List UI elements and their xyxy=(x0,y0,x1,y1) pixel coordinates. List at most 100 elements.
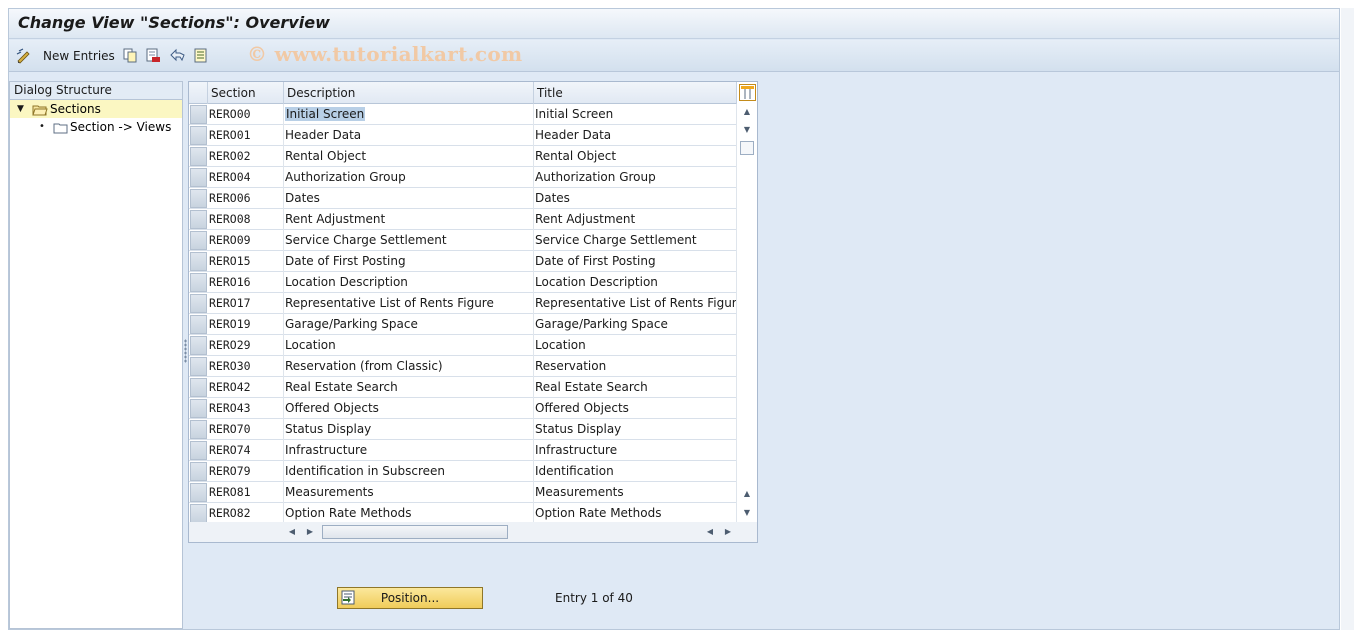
table-row[interactable]: RERO19 Garage/Parking Space Garage/Parking… xyxy=(189,314,737,335)
cell-section[interactable]: RERO43 xyxy=(208,398,284,419)
table-row[interactable]: RERO09 Service Charge Settlement Service C… xyxy=(189,230,737,251)
select-all-rows-corner[interactable] xyxy=(189,82,208,104)
cell-title[interactable]: Rental Object xyxy=(534,146,737,167)
table-row[interactable]: RERO01 Header Data Header Data xyxy=(189,125,737,146)
cell-description[interactable]: Rental Object xyxy=(284,146,534,167)
cell-title[interactable]: Date of First Posting xyxy=(534,251,737,272)
table-row[interactable]: RERO30 Reservation (from Classic) Reservat… xyxy=(189,356,737,377)
table-row[interactable]: RERO74 Infrastructure Infrastructure xyxy=(189,440,737,461)
table-row[interactable]: RERO02 Rental Object Rental Object xyxy=(189,146,737,167)
cell-title[interactable]: Header Data xyxy=(534,125,737,146)
scroll-up-icon[interactable]: ▲ xyxy=(741,106,753,118)
edit-toggle-icon[interactable] xyxy=(15,47,32,64)
cell-section[interactable]: RERO74 xyxy=(208,440,284,461)
row-selector[interactable] xyxy=(190,105,207,124)
column-header-title[interactable]: Title xyxy=(534,82,737,104)
row-selector[interactable] xyxy=(190,504,207,523)
row-selector[interactable] xyxy=(190,420,207,439)
cell-description[interactable]: Garage/Parking Space xyxy=(284,314,534,335)
cell-description[interactable]: Identification in Subscreen xyxy=(284,461,534,482)
row-selector[interactable] xyxy=(190,252,207,271)
cell-description[interactable]: Reservation (from Classic) xyxy=(284,356,534,377)
row-selector[interactable] xyxy=(190,399,207,418)
cell-description[interactable]: Date of First Posting xyxy=(284,251,534,272)
cell-description[interactable]: Initial Screen xyxy=(284,104,534,125)
scroll-right-icon-2[interactable]: ▶ xyxy=(722,526,734,538)
cell-section[interactable]: RERO82 xyxy=(208,503,284,524)
row-selector[interactable] xyxy=(190,147,207,166)
row-selector[interactable] xyxy=(190,441,207,460)
row-selector[interactable] xyxy=(190,126,207,145)
cell-title[interactable]: Location xyxy=(534,335,737,356)
cell-section[interactable]: RERO08 xyxy=(208,209,284,230)
cell-section[interactable]: RERO70 xyxy=(208,419,284,440)
table-row[interactable]: RERO29 Location Location xyxy=(189,335,737,356)
new-entries-button[interactable]: New Entries xyxy=(43,49,115,63)
select-all-icon[interactable] xyxy=(193,47,210,64)
table-row[interactable]: RERO82 Option Rate Methods Option Rate Met… xyxy=(189,503,737,524)
column-header-section[interactable]: Section xyxy=(208,82,284,104)
cell-description[interactable]: Offered Objects xyxy=(284,398,534,419)
cell-section[interactable]: RERO17 xyxy=(208,293,284,314)
scroll-right-icon[interactable]: ▶ xyxy=(304,526,316,538)
position-button[interactable]: Position... xyxy=(337,587,483,609)
cell-description[interactable]: Authorization Group xyxy=(284,167,534,188)
cell-title[interactable]: Dates xyxy=(534,188,737,209)
cell-description[interactable]: Representative List of Rents Figure xyxy=(284,293,534,314)
window-scrollbar[interactable] xyxy=(1341,8,1354,630)
row-selector[interactable] xyxy=(190,189,207,208)
row-selector[interactable] xyxy=(190,336,207,355)
expand-arrow-icon[interactable]: ▼ xyxy=(17,100,24,118)
cell-title[interactable]: Identification xyxy=(534,461,737,482)
table-row[interactable]: RERO06 Dates Dates xyxy=(189,188,737,209)
table-row[interactable]: RERO15 Date of First Posting Date of First… xyxy=(189,251,737,272)
row-selector[interactable] xyxy=(190,483,207,502)
tree-node-section-views[interactable]: • Section -> Views xyxy=(10,118,182,136)
row-selector[interactable] xyxy=(190,294,207,313)
scroll-thumb[interactable] xyxy=(740,141,754,155)
cell-description[interactable]: Measurements xyxy=(284,482,534,503)
row-selector[interactable] xyxy=(190,315,207,334)
cell-title[interactable]: Rent Adjustment xyxy=(534,209,737,230)
cell-section[interactable]: RERO00 xyxy=(208,104,284,125)
cell-section[interactable]: RERO15 xyxy=(208,251,284,272)
cell-description[interactable]: Location xyxy=(284,335,534,356)
cell-title[interactable]: Status Display xyxy=(534,419,737,440)
undo-icon[interactable] xyxy=(169,47,186,64)
table-row[interactable]: RERO04 Authorization Group Authorization G… xyxy=(189,167,737,188)
table-row[interactable]: RERO70 Status Display Status Display xyxy=(189,419,737,440)
cell-section[interactable]: RERO19 xyxy=(208,314,284,335)
cell-title[interactable]: Reservation xyxy=(534,356,737,377)
table-row[interactable]: RERO17 Representative List of Rents Figur… xyxy=(189,293,737,314)
table-row[interactable]: RERO79 Identification in Subscreen Identif… xyxy=(189,461,737,482)
scroll-page-up-icon[interactable]: ▲ xyxy=(741,488,753,500)
cell-section[interactable]: RERO04 xyxy=(208,167,284,188)
cell-section[interactable]: RERO16 xyxy=(208,272,284,293)
row-selector[interactable] xyxy=(190,357,207,376)
tree-node-sections[interactable]: ▼ Sections xyxy=(10,100,182,118)
row-selector[interactable] xyxy=(190,168,207,187)
row-selector[interactable] xyxy=(190,273,207,292)
row-selector[interactable] xyxy=(190,210,207,229)
row-selector[interactable] xyxy=(190,378,207,397)
cell-description[interactable]: Option Rate Methods xyxy=(284,503,534,524)
delete-icon[interactable] xyxy=(145,47,162,64)
table-row[interactable]: RERO42 Real Estate Search Real Estate Sear… xyxy=(189,377,737,398)
cell-description[interactable]: Status Display xyxy=(284,419,534,440)
cell-section[interactable]: RERO30 xyxy=(208,356,284,377)
cell-section[interactable]: RERO81 xyxy=(208,482,284,503)
column-header-description[interactable]: Description xyxy=(284,82,534,104)
cell-title[interactable]: Measurements xyxy=(534,482,737,503)
row-selector[interactable] xyxy=(190,462,207,481)
cell-section[interactable]: RERO01 xyxy=(208,125,284,146)
table-row[interactable]: RERO16 Location Description Location Descr… xyxy=(189,272,737,293)
scroll-page-down-icon[interactable]: ▼ xyxy=(741,507,753,519)
cell-description[interactable]: Dates xyxy=(284,188,534,209)
scroll-left-icon-2[interactable]: ◀ xyxy=(704,526,716,538)
cell-section[interactable]: RERO02 xyxy=(208,146,284,167)
table-row[interactable]: RERO00 Initial Screen Initial Screen xyxy=(189,104,737,125)
cell-description[interactable]: Rent Adjustment xyxy=(284,209,534,230)
cell-title[interactable]: Authorization Group xyxy=(534,167,737,188)
cell-title[interactable]: Initial Screen xyxy=(534,104,737,125)
cell-section[interactable]: RERO42 xyxy=(208,377,284,398)
